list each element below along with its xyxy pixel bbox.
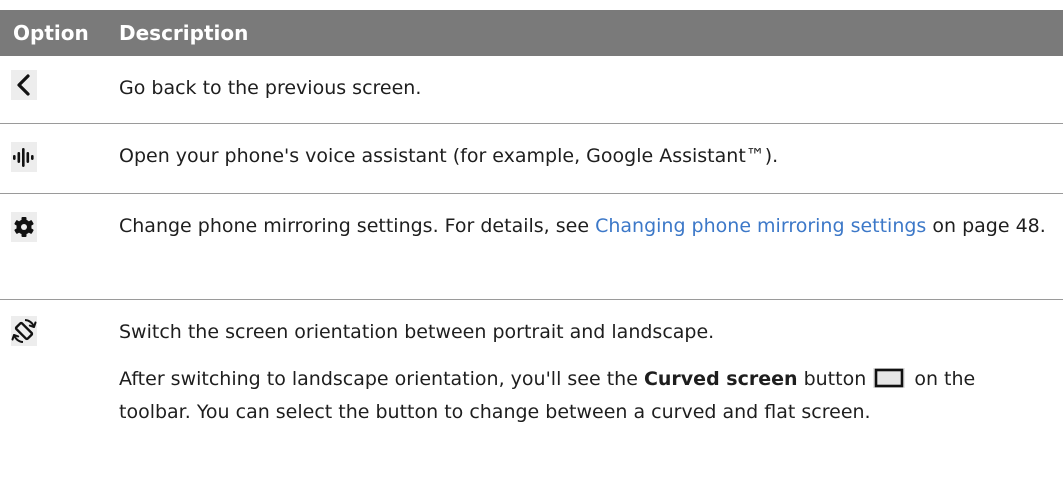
- row-description: Switch the screen orientation between po…: [119, 321, 976, 423]
- curved-screen-label: Curved screen: [643, 368, 798, 390]
- row-description: Go back to the previous screen.: [119, 77, 422, 99]
- table-row: Go back to the previous screen.: [0, 56, 1063, 123]
- header-description: Description: [119, 21, 249, 45]
- curved-screen-icon: [872, 367, 906, 389]
- table-header: Option Description: [0, 10, 1063, 56]
- row-description: Open your phone's voice assistant (for e…: [119, 145, 779, 167]
- header-option: Option: [13, 21, 89, 45]
- note-text-mid: button: [797, 368, 867, 390]
- table-row: Open your phone's voice assistant (for e…: [0, 124, 1063, 193]
- gear-icon: [11, 212, 37, 242]
- row-description: Change phone mirroring settings. For det…: [119, 210, 1049, 243]
- description-text-after: on page 48.: [926, 215, 1046, 237]
- chevron-left-icon: [11, 70, 37, 100]
- settings-link[interactable]: Changing phone mirroring settings: [595, 215, 926, 237]
- rotate-screen-icon: [11, 316, 37, 346]
- description-text: Change phone mirroring settings. For det…: [119, 215, 596, 237]
- table-row: Switch the screen orientation between po…: [0, 300, 1063, 480]
- voice-assistant-icon: [11, 142, 37, 172]
- note-text: After switching to landscape orientation…: [119, 368, 644, 390]
- options-table: Option Description Go back to the previo…: [0, 0, 1063, 480]
- table-row: Change phone mirroring settings. For det…: [0, 194, 1063, 299]
